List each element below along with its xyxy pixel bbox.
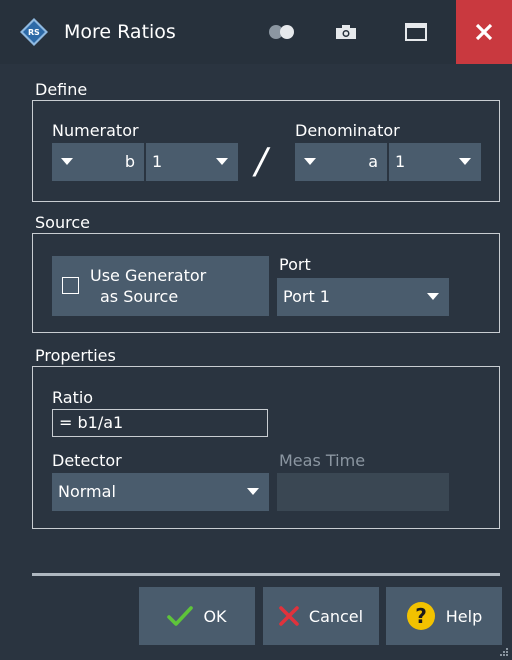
detector-value: Normal: [58, 482, 116, 501]
transparency-icon: [269, 25, 294, 39]
help-button[interactable]: ? Help: [386, 587, 502, 645]
ratio-field: = b1/a1: [52, 409, 268, 437]
numerator-wave-select[interactable]: b: [52, 143, 144, 181]
meas-time-field: [277, 473, 449, 511]
maximize-icon: [405, 23, 427, 41]
detector-select[interactable]: Normal: [52, 473, 269, 511]
svg-text:?: ?: [415, 604, 427, 628]
separator: [32, 573, 500, 576]
resize-grip-icon[interactable]: [498, 646, 508, 656]
help-icon: ?: [406, 601, 436, 631]
maximize-button[interactable]: [396, 0, 436, 64]
dropdown-caret-icon: [427, 293, 439, 300]
denominator-port-value: 1: [395, 152, 406, 171]
rohde-schwarz-logo-icon: R S: [20, 18, 48, 46]
meas-time-label: Meas Time: [279, 451, 366, 470]
use-generator-label-line2: as Source: [100, 287, 179, 306]
numerator-wave-value: b: [124, 152, 135, 171]
dropdown-caret-icon: [459, 158, 471, 165]
port-select[interactable]: Port 1: [277, 278, 449, 316]
denominator-label: Denominator: [295, 121, 400, 140]
title-bar: R S More Ratios: [0, 0, 512, 64]
checkbox-icon: [62, 277, 79, 294]
ok-button[interactable]: OK: [139, 587, 255, 645]
dropdown-caret-icon: [61, 158, 73, 165]
cancel-button[interactable]: Cancel: [263, 587, 379, 645]
source-group-label: Source: [35, 213, 90, 232]
port-label: Port: [279, 255, 311, 274]
checkmark-icon: [167, 605, 194, 627]
svg-text:S: S: [34, 28, 40, 37]
ratio-value: = b1/a1: [59, 413, 124, 432]
cancel-x-icon: [279, 606, 299, 626]
dropdown-caret-icon: [304, 158, 316, 165]
use-generator-label-line1: Use Generator: [90, 266, 207, 285]
screenshot-button[interactable]: [326, 0, 366, 64]
ratio-label: Ratio: [52, 388, 94, 407]
properties-group-label: Properties: [35, 346, 116, 365]
define-group-label: Define: [35, 80, 88, 99]
denominator-wave-value: a: [368, 152, 378, 171]
ok-button-label: OK: [203, 606, 227, 626]
dropdown-caret-icon: [247, 488, 259, 495]
close-icon: [475, 23, 493, 41]
transparency-toggle-button[interactable]: [262, 0, 302, 64]
numerator-port-select[interactable]: 1: [146, 143, 238, 181]
ratio-slash: /: [255, 141, 268, 182]
cancel-button-label: Cancel: [308, 606, 364, 626]
numerator-port-value: 1: [152, 152, 163, 171]
use-generator-checkbox[interactable]: Use Generator as Source: [52, 256, 269, 316]
detector-label: Detector: [52, 451, 122, 470]
denominator-port-select[interactable]: 1: [389, 143, 481, 181]
denominator-wave-select[interactable]: a: [295, 143, 387, 181]
close-button[interactable]: [456, 0, 512, 64]
dropdown-caret-icon: [216, 158, 228, 165]
numerator-label: Numerator: [52, 121, 139, 140]
window-title: More Ratios: [64, 21, 176, 43]
help-button-label: Help: [445, 606, 483, 626]
camera-icon: [336, 25, 356, 39]
port-value: Port 1: [283, 287, 330, 306]
